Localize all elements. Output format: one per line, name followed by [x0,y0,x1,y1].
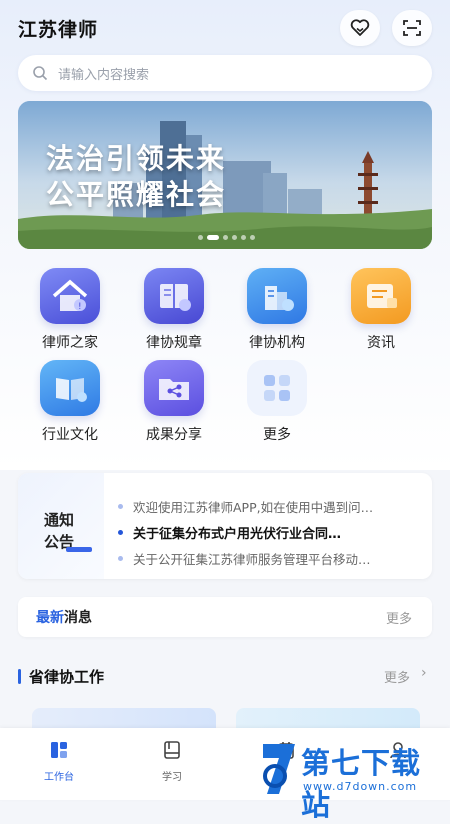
grid-item-share[interactable]: 成果分享 [134,360,214,444]
grid-item-regulations[interactable]: 律协规章 [134,268,214,352]
search-placeholder: 请输入内容搜索 [58,67,150,83]
watermark-logo-icon [263,744,295,794]
grid-label: 成果分享 [146,427,202,443]
section-accent-bar [18,669,21,684]
notice-tag: 通知 公告 [18,473,104,579]
grid-label: 律协机构 [249,335,305,351]
notice-accent [66,547,92,552]
latest-news-label-a: 最新 [36,610,64,626]
scan-icon [403,20,421,36]
workbench-icon [51,742,67,758]
notice-item-text: 关于公开征集江苏律师服务管理平台移动… [133,551,371,567]
grid-item-more[interactable]: 更多 [237,360,317,444]
bullet-icon [118,529,123,535]
carousel-dot-active [207,235,219,240]
app-header: 江苏律师 [0,0,450,56]
banner-slogan-line1: 法治引领未来 [46,142,227,175]
section-title: 省律协工作 [18,666,104,687]
notice-list: 欢迎使用江苏律师APP,如在使用中遇到问… 关于征集分布式户用光伏行业合同… 关… [118,493,418,571]
latest-news-bar[interactable]: 最新 消息 更多 [18,597,432,637]
grid-label: 律协规章 [146,335,202,351]
notice-tag-line1: 通知 [44,511,75,529]
site-watermark: 第七下载站 www.d7down.com [255,738,450,822]
organization-building-icon [247,268,307,324]
chevron-right-icon[interactable]: › [421,665,427,681]
search-icon [33,66,48,81]
banner-carousel[interactable]: 法治引领未来 公平照耀社会 [18,101,432,249]
lawyer-home-icon: ! [40,268,100,324]
section-more-link[interactable]: 更多 [384,667,410,686]
tab-workbench[interactable]: 工作台 [29,740,89,783]
latest-news-more-link[interactable]: 更多 [386,608,412,627]
heart-icon [350,19,370,36]
grid-item-culture[interactable]: 行业文化 [30,360,110,444]
grid-label: 律师之家 [42,335,98,351]
notice-item[interactable]: 关于公开征集江苏律师服务管理平台移动… [118,545,418,571]
notice-item-text: 关于征集分布式户用光伏行业合同… [133,526,342,542]
carousel-dot [232,235,237,240]
share-folder-icon [144,360,204,416]
grid-label: 更多 [263,427,291,443]
tab-label: 学习 [162,772,182,783]
notice-item[interactable]: 欢迎使用江苏律师APP,如在使用中遇到问… [118,493,418,519]
notice-panel[interactable]: 通知 公告 欢迎使用江苏律师APP,如在使用中遇到问… 关于征集分布式户用光伏行… [18,473,432,579]
grid-label: 行业文化 [42,427,98,443]
app-title: 江苏律师 [18,18,99,41]
notice-item-text: 欢迎使用江苏律师APP,如在使用中遇到问… [133,499,374,515]
carousel-dot [223,235,228,240]
carousel-dot [198,235,203,240]
tab-label: 工作台 [44,772,74,783]
favorite-button[interactable] [340,10,380,46]
grid-item-lawyer-home[interactable]: ! 律师之家 [30,268,110,352]
culture-book-icon [40,360,100,416]
svg-text:!: ! [78,302,82,312]
news-icon [351,268,411,324]
bullet-icon [118,503,123,509]
scan-button[interactable] [392,10,432,46]
notice-item[interactable]: 关于征集分布式户用光伏行业合同… [118,519,418,545]
carousel-indicator [198,235,255,240]
banner-slogan-line2: 公平照耀社会 [46,178,227,211]
search-bar[interactable]: 请输入内容搜索 [18,55,432,91]
grid-item-news[interactable]: 资讯 [341,268,421,352]
carousel-dot [241,235,246,240]
more-grid-icon [247,360,307,416]
watermark-url: www.d7down.com [303,780,418,793]
grid-item-organization[interactable]: 律协机构 [237,268,317,352]
regulations-book-icon [144,268,204,324]
grid-label: 资讯 [367,335,395,351]
tab-study[interactable]: 学习 [142,740,202,783]
bullet-icon [118,555,123,561]
carousel-dot [250,235,255,240]
section-title-text: 省律协工作 [29,668,105,686]
latest-news-label-b: 消息 [64,610,92,626]
study-book-icon [164,741,180,759]
